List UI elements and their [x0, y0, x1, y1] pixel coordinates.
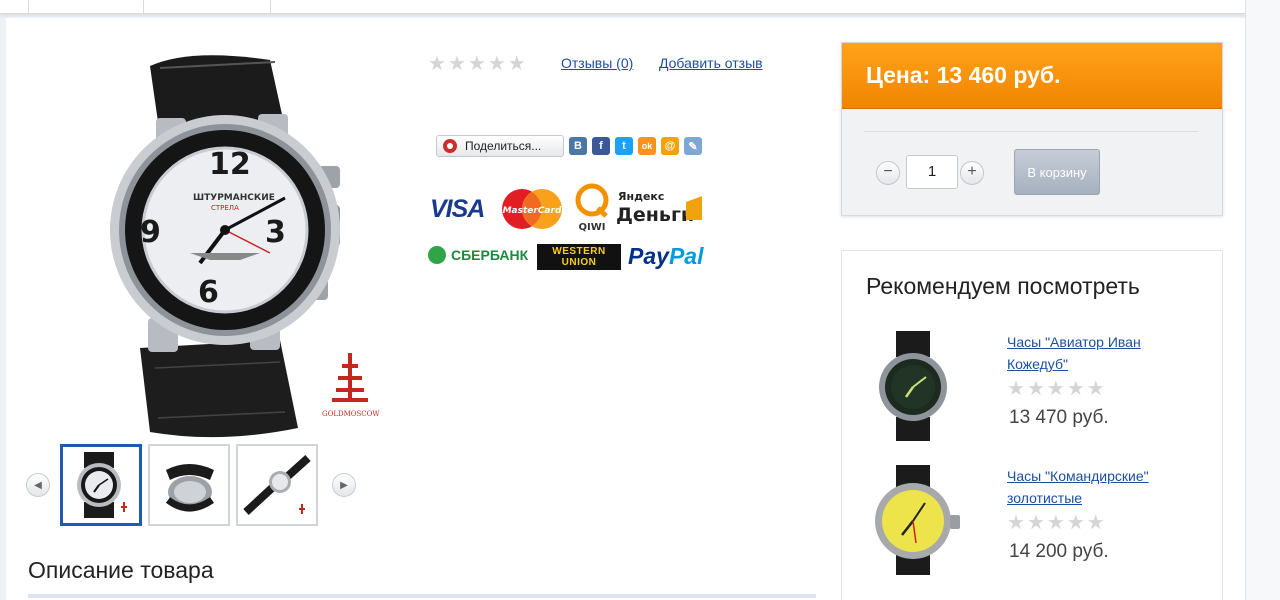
list-item: Часы "Авиатор Иван Кожедуб" ★ ★ ★ ★ ★ 13… [866, 331, 1206, 451]
product-page: 12 9 3 6 ШТУРМАНСКИЕ СТРЕЛА GOLDMOSCOW ◀ [6, 18, 1245, 600]
description-tab-bar [28, 594, 816, 598]
star-icon[interactable]: ★ [448, 54, 466, 74]
svg-text:GOLDMOSCOW: GOLDMOSCOW [322, 410, 380, 418]
thumbnail-carousel: ◀ ▶ [26, 444, 356, 526]
star-icon[interactable]: ★ [508, 54, 526, 74]
share-button[interactable]: Поделиться... [436, 135, 564, 157]
star-icon: ★ [1007, 512, 1025, 534]
header-divider [28, 0, 29, 14]
star-icon: ★ [1046, 378, 1065, 400]
western-union-logo: WESTERN UNION [537, 244, 621, 270]
minus-icon[interactable]: − [876, 161, 900, 185]
thumbnail-1[interactable] [60, 444, 142, 526]
svg-text:MasterCard: MasterCard [503, 206, 562, 216]
sberbank-logo: СБЕРБАНК [428, 246, 528, 264]
twitter-icon[interactable]: t [615, 137, 633, 155]
star-icon[interactable]: ★ [468, 54, 486, 74]
plus-icon[interactable]: + [960, 161, 984, 185]
right-gutter [1245, 0, 1280, 600]
list-item: Часы "Командирские" золотистые ★ ★ ★ ★ ★… [866, 465, 1206, 585]
recommended-product-link[interactable]: Часы "Авиатор Иван Кожедуб" [1007, 331, 1187, 375]
star-icon[interactable]: ★ [488, 54, 506, 74]
star-icon: ★ [1066, 512, 1085, 534]
star-icon: ★ [1026, 378, 1045, 400]
recommended-product-image[interactable] [866, 331, 966, 441]
watch-thumbnail-image [77, 452, 127, 518]
share-label: Поделиться... [465, 139, 542, 153]
odnoklassniki-icon[interactable]: ok [638, 137, 656, 155]
thumbnail-3[interactable] [236, 444, 318, 526]
share-icon [443, 139, 457, 153]
recommended-rating: ★ ★ ★ ★ ★ [1007, 379, 1107, 399]
reviews-link[interactable]: Отзывы (0) [561, 55, 633, 71]
watch-image: 12 9 3 6 ШТУРМАНСКИЕ СТРЕЛА GOLDMOSCOW [110, 55, 380, 438]
livejournal-icon[interactable]: ✎ [684, 137, 702, 155]
watch-thumbnail-image [243, 455, 311, 515]
star-icon: ★ [1086, 378, 1105, 400]
divider [864, 131, 1198, 132]
quantity-input[interactable]: 1 [906, 155, 958, 189]
svg-text:Деньги: Деньги [616, 204, 694, 226]
star-icon: ★ [1046, 512, 1065, 534]
svg-text:12: 12 [209, 147, 251, 182]
mastercard-logo: MasterCard [500, 188, 564, 230]
svg-text:QIWI: QIWI [579, 222, 606, 233]
yandex-money-logo: Яндекс Деньги [616, 186, 706, 226]
sberbank-icon [428, 246, 446, 264]
qiwi-logo: QIWI [572, 182, 612, 234]
product-rating[interactable]: ★ ★ ★ ★ ★ [428, 54, 528, 74]
header-strip [0, 0, 1245, 14]
description-title: Описание товара [28, 557, 214, 583]
recommended-product-image[interactable] [866, 465, 966, 575]
star-icon: ★ [1086, 512, 1105, 534]
thumbnail-2[interactable] [148, 444, 230, 526]
recommended-rating: ★ ★ ★ ★ ★ [1007, 513, 1107, 533]
svg-text:9: 9 [140, 215, 161, 250]
paypal-logo: Pay Pal [628, 243, 704, 269]
star-icon: ★ [1066, 378, 1085, 400]
header-divider [270, 0, 271, 14]
recommended-price: 14 200 руб. [1009, 541, 1109, 562]
facebook-icon[interactable]: f [592, 137, 610, 155]
svg-text:ШТУРМАНСКИЕ: ШТУРМАНСКИЕ [193, 193, 275, 203]
star-icon: ★ [1026, 512, 1045, 534]
star-icon: ★ [1007, 378, 1025, 400]
add-to-cart-button[interactable]: В корзину [1014, 149, 1100, 195]
mailru-icon[interactable]: @ [661, 137, 679, 155]
svg-text:СТРЕЛА: СТРЕЛА [211, 204, 239, 212]
recommended-panel: Рекомендуем посмотреть Часы "Авиатор Ива… [841, 250, 1223, 600]
add-review-link[interactable]: Добавить отзыв [659, 55, 763, 71]
recommended-title: Рекомендуем посмотреть [866, 273, 1140, 299]
vk-icon[interactable]: В [569, 137, 587, 155]
recommended-product-link[interactable]: Часы "Командирские" золотистые [1007, 465, 1187, 509]
arrow-right-icon[interactable]: ▶ [332, 473, 356, 497]
svg-text:3: 3 [265, 215, 286, 250]
watch-thumbnail-image [165, 464, 214, 512]
svg-text:6: 6 [198, 275, 219, 310]
svg-text:Яндекс: Яндекс [618, 190, 664, 203]
visa-logo: VISA [430, 195, 485, 223]
arrow-left-icon[interactable]: ◀ [26, 473, 50, 497]
product-main-photo[interactable]: 12 9 3 6 ШТУРМАНСКИЕ СТРЕЛА GOLDMOSCOW [80, 48, 380, 438]
recommended-price: 13 470 руб. [1009, 407, 1109, 428]
price-label: Цена: 13 460 руб. [842, 43, 1222, 109]
star-icon[interactable]: ★ [428, 54, 446, 74]
header-divider [143, 0, 144, 14]
price-panel: Цена: 13 460 руб. − 1 + В корзину [841, 42, 1223, 216]
